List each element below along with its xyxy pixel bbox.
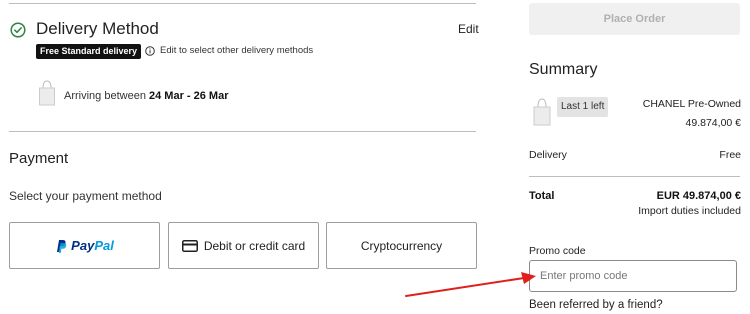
annotation-arrow-icon <box>405 272 536 297</box>
arrival-dates: 24 Mar - 26 Mar <box>149 90 229 102</box>
section-divider <box>9 131 476 132</box>
arrival-estimate: Arriving between 24 Mar - 26 Mar <box>64 90 229 102</box>
promo-code-label: Promo code <box>529 245 586 257</box>
summary-title: Summary <box>529 61 598 78</box>
delivery-cost-label: Delivery <box>529 149 567 161</box>
summary-divider <box>529 176 740 177</box>
paypal-icon <box>57 239 67 253</box>
info-icon <box>145 46 155 56</box>
total-label: Total <box>529 190 555 202</box>
product-brand: CHANEL Pre-Owned <box>642 98 741 110</box>
check-circle-icon <box>10 22 26 38</box>
crypto-payment-button[interactable]: Cryptocurrency <box>326 222 477 269</box>
place-order-button[interactable]: Place Order <box>529 3 740 35</box>
paypal-logo: PayPal <box>55 238 114 253</box>
referral-link[interactable]: Been referred by a friend? <box>529 299 663 311</box>
credit-card-icon <box>181 239 198 252</box>
import-duties-note: Import duties included <box>638 205 741 217</box>
top-divider <box>9 3 476 4</box>
stock-badge: Last 1 left <box>557 97 609 117</box>
paypal-button[interactable]: PayPal <box>9 222 160 269</box>
free-delivery-badge: Free Standard delivery <box>36 44 142 59</box>
product-price: 49.874,00 € <box>685 117 741 129</box>
delivery-method-title: Delivery Method <box>36 19 159 38</box>
payment-subtitle: Select your payment method <box>9 189 162 203</box>
edit-delivery-link[interactable]: Edit <box>458 22 479 36</box>
bag-thumbnail-icon <box>39 80 55 106</box>
card-payment-label: Debit or credit card <box>203 238 306 253</box>
promo-code-input[interactable] <box>529 260 737 292</box>
total-value: EUR 49.874,00 € <box>656 190 741 202</box>
card-payment-button[interactable]: Debit or credit card <box>168 222 319 269</box>
crypto-payment-label: Cryptocurrency <box>360 238 443 253</box>
delivery-cost-value: Free <box>719 149 741 161</box>
product-thumbnail-icon <box>533 98 551 126</box>
payment-title: Payment <box>9 150 69 167</box>
delivery-info-text: Edit to select other delivery methods <box>160 45 314 56</box>
